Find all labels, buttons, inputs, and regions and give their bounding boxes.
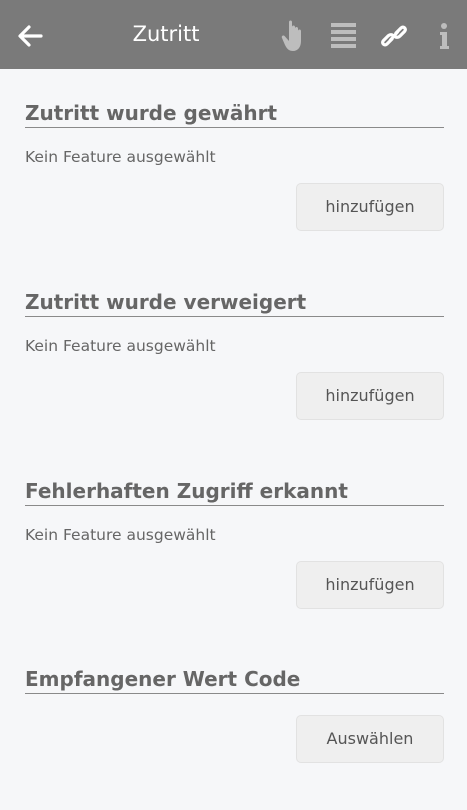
info-button[interactable]	[430, 18, 462, 54]
section-received-code: Empfangener Wert Code Auswählen	[25, 666, 444, 763]
section-access-granted: Zutritt wurde gewährt Kein Feature ausge…	[25, 100, 444, 231]
add-button[interactable]: hinzufügen	[296, 372, 444, 420]
section-access-denied: Zutritt wurde verweigert Kein Feature au…	[25, 289, 444, 420]
hand-pointer-button[interactable]	[279, 18, 311, 54]
section-status: Kein Feature ausgewählt	[25, 526, 216, 544]
section-status: Kein Feature ausgewählt	[25, 148, 216, 166]
list-icon	[331, 23, 356, 48]
top-app-bar: Zutritt	[0, 0, 467, 69]
info-icon	[440, 23, 449, 49]
add-button[interactable]: hinzufügen	[296, 183, 444, 231]
main-content: Zutritt wurde gewährt Kein Feature ausge…	[0, 69, 467, 810]
link-button[interactable]	[378, 18, 410, 54]
add-button[interactable]: hinzufügen	[296, 561, 444, 609]
hand-pointer-icon	[281, 20, 301, 51]
link-icon	[381, 25, 407, 47]
section-heading: Zutritt wurde gewährt	[25, 100, 444, 128]
section-faulty-access: Fehlerhaften Zugriff erkannt Kein Featur…	[25, 478, 444, 609]
section-status: Kein Feature ausgewählt	[25, 337, 216, 355]
section-heading: Fehlerhaften Zugriff erkannt	[25, 478, 444, 506]
section-heading: Empfangener Wert Code	[25, 666, 444, 694]
select-button[interactable]: Auswählen	[296, 715, 444, 763]
list-button[interactable]	[328, 18, 360, 54]
section-heading: Zutritt wurde verweigert	[25, 289, 444, 317]
